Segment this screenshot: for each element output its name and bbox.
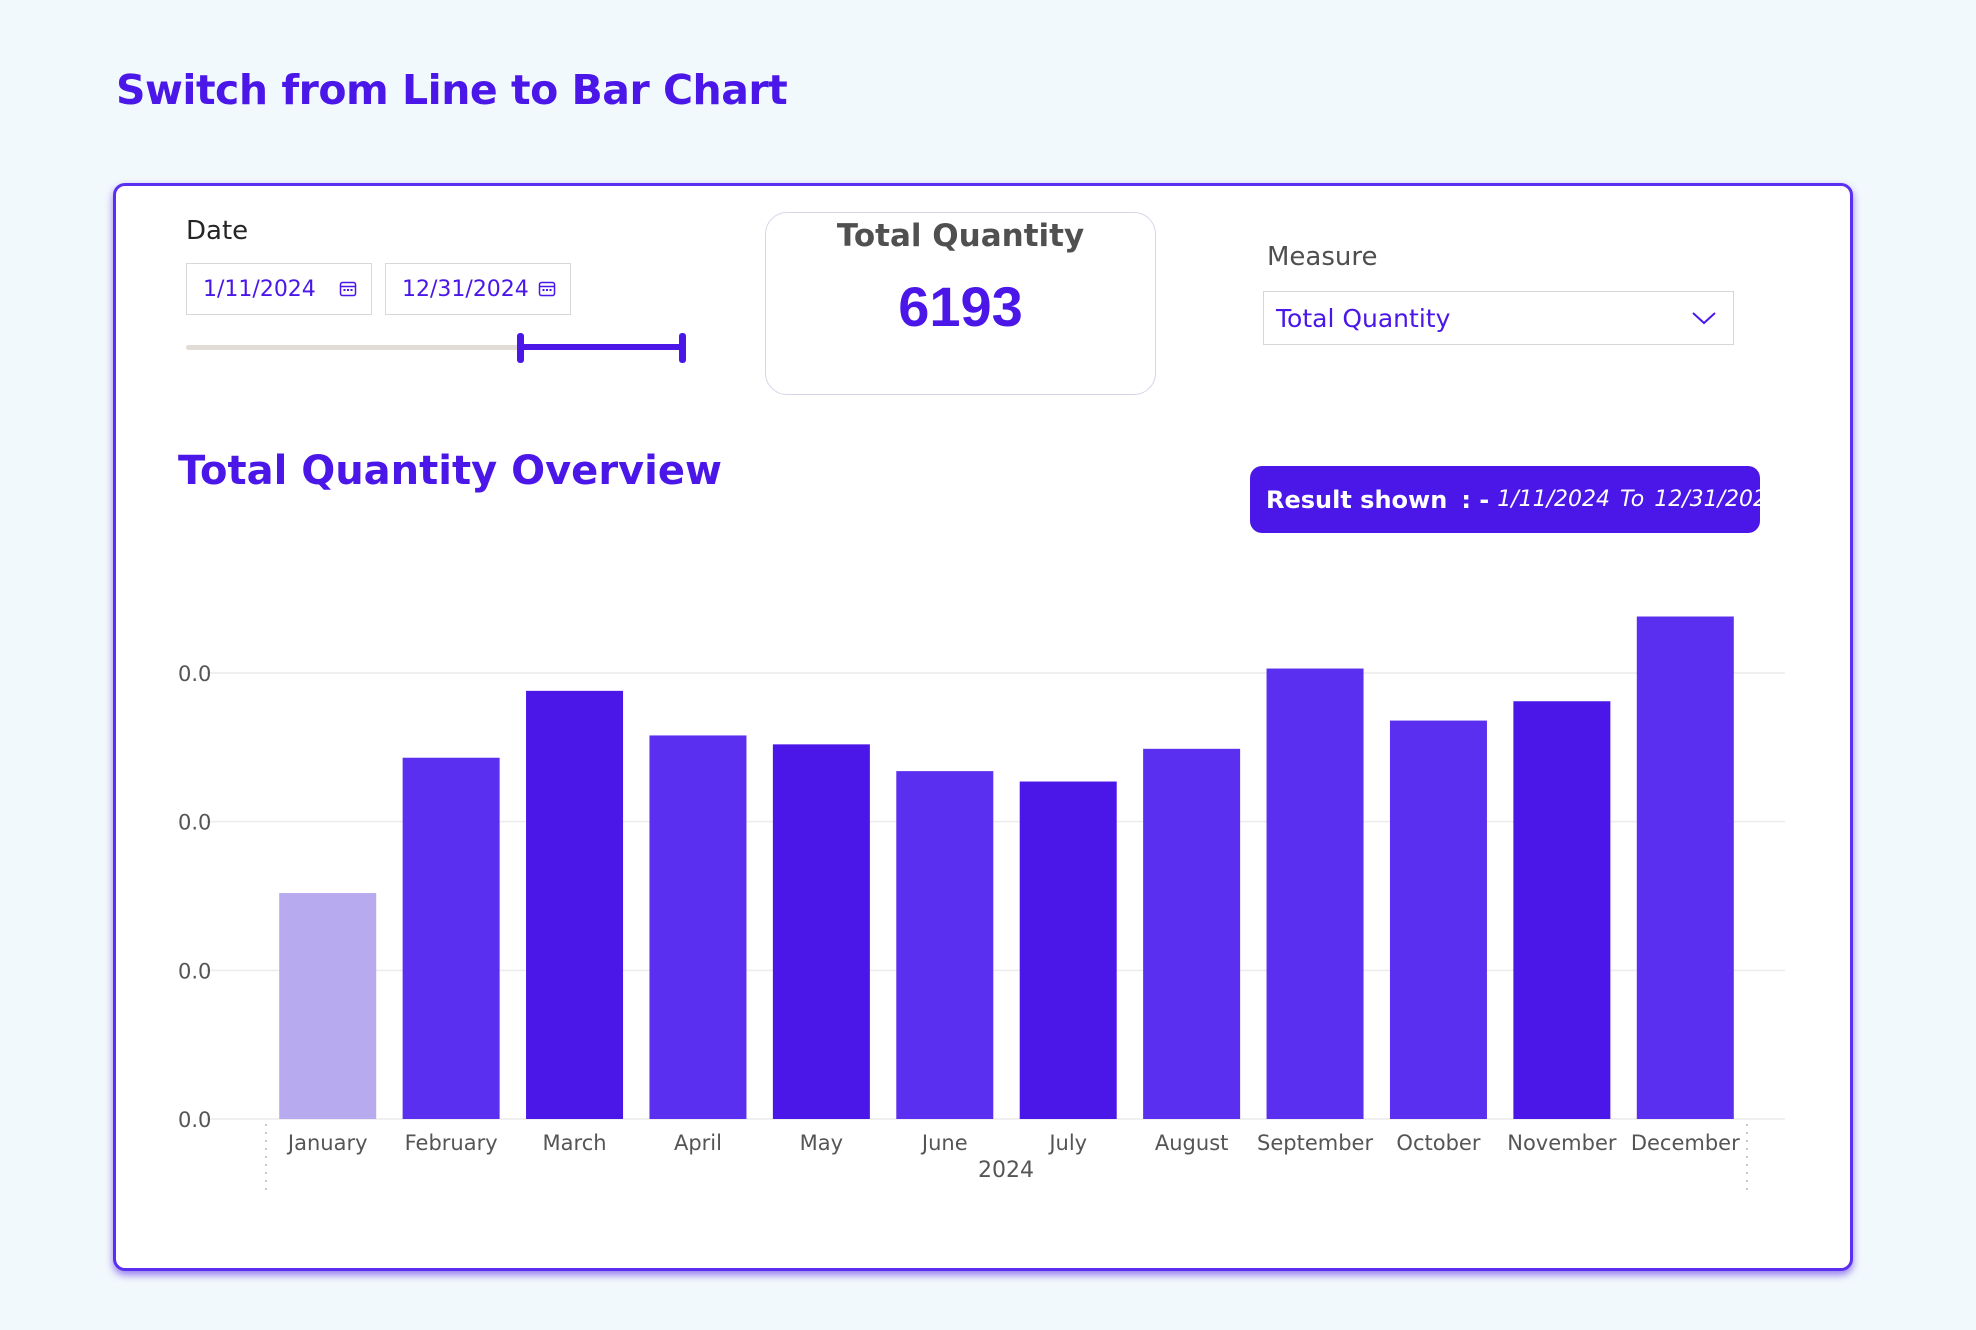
x-tick-label: April <box>674 1131 722 1155</box>
x-tick-label: August <box>1155 1131 1229 1155</box>
bar-november[interactable] <box>1513 701 1611 1119</box>
bar-chart: 0.0 0.0 0.0 0.0 January February March April Ma… <box>178 616 1785 1196</box>
bar-may[interactable] <box>772 744 870 1119</box>
x-tick-label: November <box>1507 1131 1617 1155</box>
x-tick-label: January <box>286 1131 368 1155</box>
chart-bars <box>279 616 1734 1119</box>
x-tick-label: March <box>543 1131 607 1155</box>
x-tick-label: October <box>1396 1131 1480 1155</box>
y-tick-label: 0.0 <box>178 662 211 686</box>
x-tick-label: July <box>1047 1131 1087 1155</box>
x-tick-label: September <box>1257 1131 1373 1155</box>
bar-october[interactable] <box>1389 720 1487 1119</box>
y-tick-label: 0.0 <box>178 959 211 983</box>
x-tick-label: December <box>1631 1131 1740 1155</box>
y-axis-ticks: 0.0 0.0 0.0 0.0 <box>178 662 211 1132</box>
bar-april[interactable] <box>649 735 747 1119</box>
page-heading: Switch from Line to Bar Chart <box>116 66 788 114</box>
bar-august[interactable] <box>1143 748 1241 1119</box>
y-tick-label: 0.0 <box>178 811 211 835</box>
dashboard-panel: Date 1/11/2024 12/31/2024 Total Quantity… <box>113 183 1853 1271</box>
bar-june[interactable] <box>896 771 994 1119</box>
bar-february[interactable] <box>402 757 500 1119</box>
x-tick-label: February <box>405 1131 498 1155</box>
y-tick-label: 0.0 <box>178 1108 211 1132</box>
bar-september[interactable] <box>1266 668 1364 1119</box>
bar-july[interactable] <box>1019 781 1117 1119</box>
x-tick-label: June <box>920 1131 968 1155</box>
bar-march[interactable] <box>526 690 624 1119</box>
bar-december[interactable] <box>1636 616 1734 1119</box>
x-axis-ticks: January February March April May June July Augu… <box>286 1131 1740 1155</box>
x-tick-label: May <box>800 1131 843 1155</box>
x-axis-label: 2024 <box>978 1158 1034 1183</box>
bar-january[interactable] <box>279 893 377 1119</box>
